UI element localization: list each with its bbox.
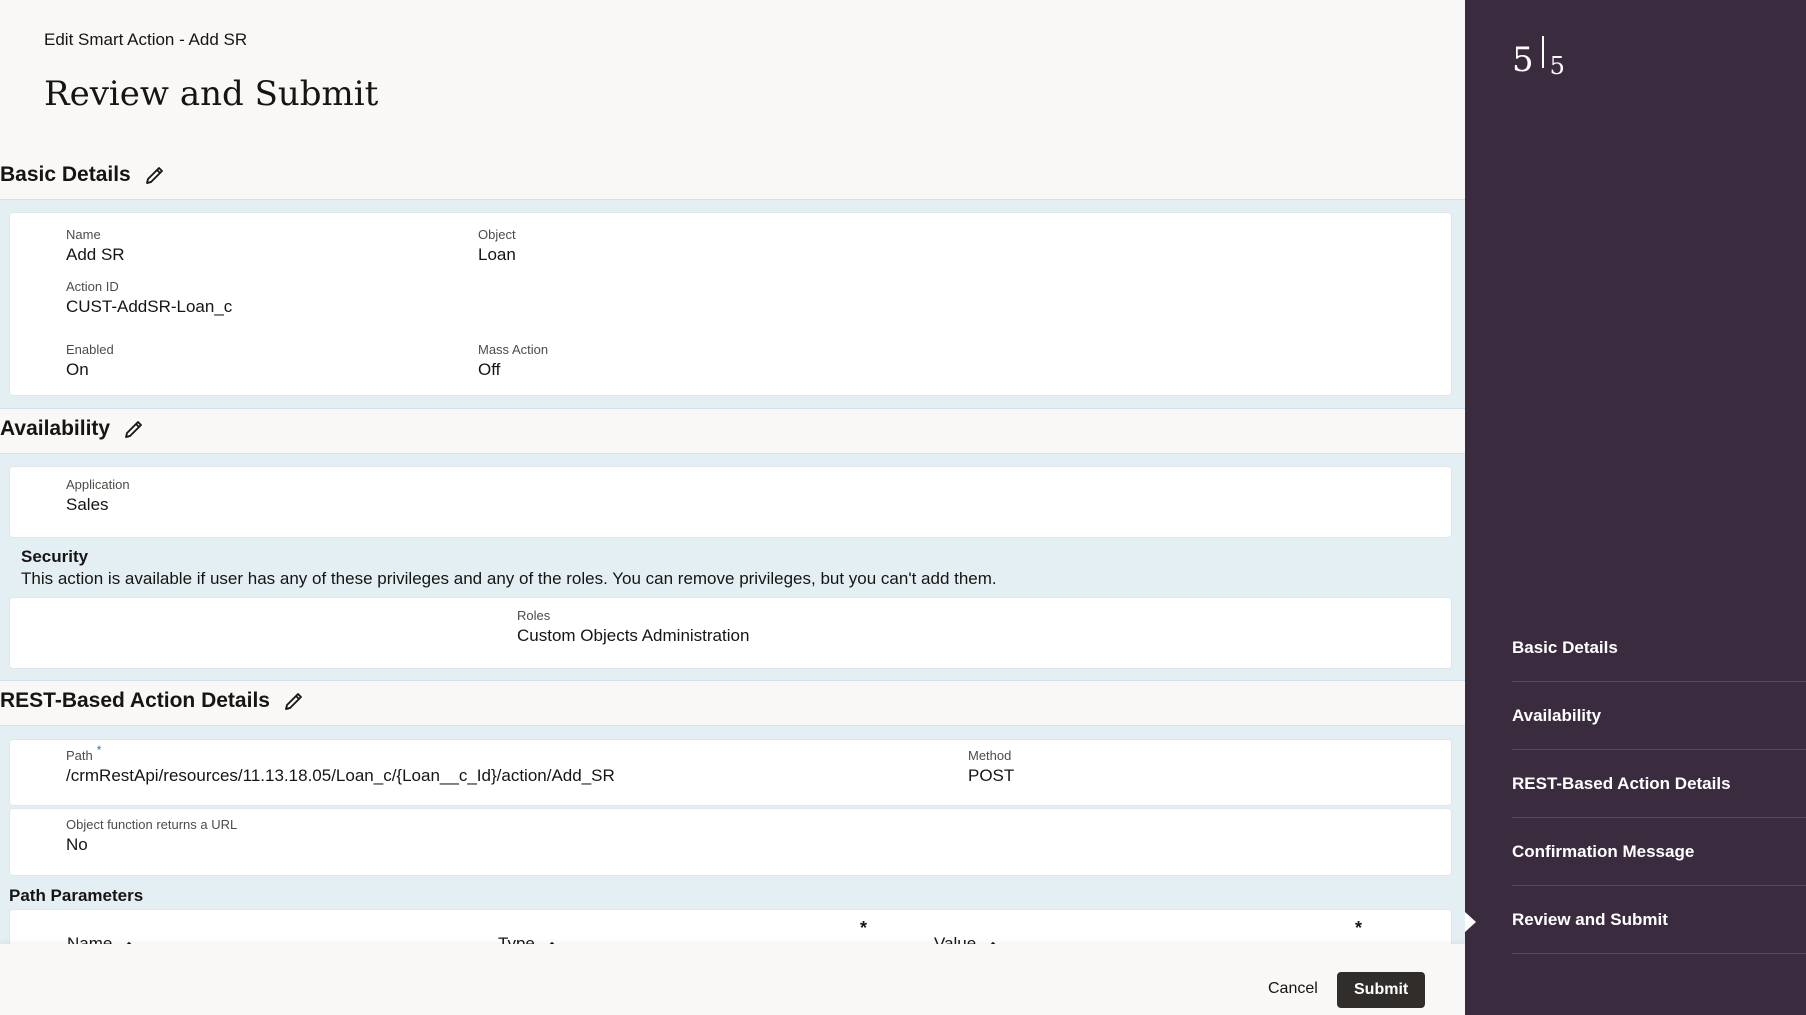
- step-availability[interactable]: Availability: [1512, 682, 1806, 750]
- page-title: Review and Submit: [44, 74, 379, 114]
- path-label: Path *: [66, 743, 615, 764]
- rest-details-header: REST-Based Action Details: [0, 689, 306, 713]
- returns-url-card: Object function returns a URL No: [9, 808, 1452, 876]
- roles-field: Roles Custom Objects Administration: [517, 608, 749, 647]
- sort-value-chevron-up-icon[interactable]: [986, 937, 1000, 944]
- path-parameters-table: Name Type * Value *: [9, 909, 1452, 944]
- step-rest-details[interactable]: REST-Based Action Details: [1512, 750, 1806, 818]
- footer-bar: Cancel Submit: [0, 944, 1465, 1015]
- smart-action-wizard: Edit Smart Action - Add SR Review and Su…: [0, 0, 1806, 1015]
- basic-details-header: Basic Details: [0, 163, 167, 187]
- value-required-marker: *: [1355, 918, 1363, 938]
- step-counter: 5 5: [1512, 36, 1565, 80]
- step-review-and-submit[interactable]: Review and Submit: [1512, 886, 1806, 954]
- type-required-marker: *: [860, 918, 868, 938]
- step-divider: [1541, 36, 1544, 68]
- availability-heading: Availability: [0, 417, 111, 440]
- basic-details-card: Name Add SR Object Loan Action ID CUST-A…: [9, 212, 1452, 396]
- total-step-number: 5: [1549, 52, 1565, 80]
- mass-action-label: Mass Action: [478, 342, 549, 357]
- path-parameters-title: Path Parameters: [9, 886, 144, 905]
- object-label: Object: [478, 227, 516, 242]
- returns-url-label: Object function returns a URL: [66, 817, 238, 832]
- application-label: Application: [66, 477, 130, 492]
- current-step-number: 5: [1512, 40, 1534, 80]
- basic-details-section: Name Add SR Object Loan Action ID CUST-A…: [0, 199, 1465, 409]
- basic-details-heading: Basic Details: [0, 163, 131, 186]
- edit-availability-icon[interactable]: [122, 417, 146, 441]
- action-id-value: CUST-AddSR-Loan_c: [66, 297, 233, 316]
- rest-details-section: Path * /crmRestApi/resources/11.13.18.05/…: [0, 725, 1465, 944]
- name-field: Name Add SR: [66, 227, 125, 266]
- path-value: /crmRestApi/resources/11.13.18.05/Loan_c…: [66, 766, 615, 785]
- column-header-value-label: Value: [934, 934, 977, 944]
- step-basic-details[interactable]: Basic Details: [1512, 614, 1806, 682]
- mass-action-value: Off: [478, 360, 501, 379]
- column-header-type-label: Type: [498, 934, 535, 944]
- enabled-value: On: [66, 360, 89, 379]
- roles-card: Roles Custom Objects Administration: [9, 597, 1452, 669]
- mass-action-field: Mass Action Off: [478, 342, 548, 381]
- returns-url-value: No: [66, 835, 88, 854]
- enabled-label: Enabled: [66, 342, 114, 357]
- path-label-text: Path: [66, 748, 93, 763]
- path-field: Path * /crmRestApi/resources/11.13.18.05/…: [66, 743, 615, 787]
- roles-value: Custom Objects Administration: [517, 626, 750, 645]
- main-panel: Edit Smart Action - Add SR Review and Su…: [0, 0, 1465, 1015]
- submit-button[interactable]: Submit: [1337, 972, 1426, 1008]
- method-label: Method: [968, 748, 1012, 763]
- column-header-value[interactable]: Value: [934, 934, 1000, 944]
- security-description: This action is available if user has any…: [21, 569, 997, 588]
- edit-rest-details-icon[interactable]: [282, 689, 306, 713]
- cancel-button[interactable]: Cancel: [1254, 972, 1332, 1006]
- path-required-marker: *: [96, 743, 102, 757]
- enabled-field: Enabled On: [66, 342, 114, 381]
- edit-basic-details-icon[interactable]: [143, 163, 167, 187]
- sort-type-chevron-up-icon[interactable]: [545, 937, 559, 944]
- object-value: Loan: [478, 245, 516, 264]
- name-value: Add SR: [66, 245, 125, 264]
- triangle-right-icon: [1465, 912, 1476, 932]
- action-id-label: Action ID: [66, 279, 119, 294]
- application-field: Application Sales: [66, 477, 130, 516]
- column-header-name[interactable]: Name: [67, 934, 136, 944]
- column-header-name-label: Name: [67, 934, 113, 944]
- availability-section: Application Sales Security This action i…: [0, 453, 1465, 681]
- method-value: POST: [968, 766, 1015, 785]
- review-scroll-area[interactable]: Edit Smart Action - Add SR Review and Su…: [0, 0, 1465, 944]
- application-value: Sales: [66, 495, 109, 514]
- progress-sidebar: 5 5 Basic Details Availability REST-Base…: [1465, 0, 1806, 1015]
- rest-details-heading: REST-Based Action Details: [0, 689, 270, 712]
- breadcrumb: Edit Smart Action - Add SR: [44, 30, 248, 49]
- roles-label: Roles: [517, 608, 551, 623]
- step-confirmation-message[interactable]: Confirmation Message: [1512, 818, 1806, 886]
- step-navigation: Basic Details Availability REST-Based Ac…: [1512, 614, 1806, 954]
- name-label: Name: [66, 227, 101, 242]
- application-card: Application Sales: [9, 466, 1452, 538]
- column-header-type[interactable]: Type: [498, 934, 559, 944]
- path-card: Path * /crmRestApi/resources/11.13.18.05/…: [9, 739, 1452, 806]
- returns-url-field: Object function returns a URL No: [66, 817, 237, 856]
- action-id-field: Action ID CUST-AddSR-Loan_c: [66, 279, 232, 318]
- object-field: Object Loan: [478, 227, 516, 266]
- availability-header: Availability: [0, 417, 146, 441]
- sort-name-chevron-up-icon[interactable]: [122, 937, 136, 944]
- method-field: Method POST: [968, 748, 1014, 787]
- security-title: Security: [21, 547, 89, 566]
